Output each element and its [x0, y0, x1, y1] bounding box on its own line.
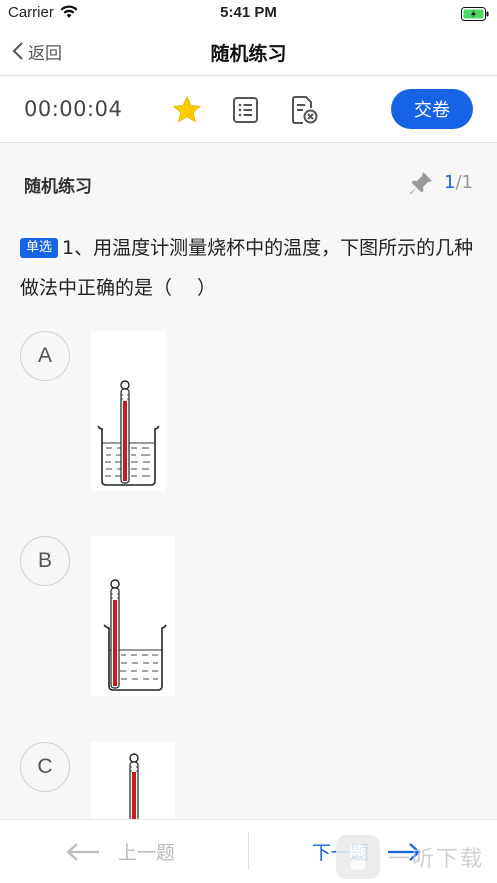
- nav-bar: 返回 随机练习: [0, 26, 497, 76]
- prev-question-button[interactable]: 上一题: [66, 838, 175, 865]
- battery-icon: [461, 6, 489, 25]
- option-c-image[interactable]: [91, 742, 175, 823]
- option-a-image[interactable]: [91, 331, 166, 491]
- question-counter: 1/1: [444, 172, 473, 193]
- question-text: 1、用温度计测量烧杯中的温度，下图所示的几种做法中正确的是（ ）: [20, 237, 474, 299]
- exam-timer: 00:00:04: [24, 97, 123, 121]
- exam-toolbar: 00:00:04 交卷: [0, 77, 497, 143]
- option-b-button[interactable]: B: [20, 536, 70, 586]
- answer-sheet-icon[interactable]: [289, 95, 319, 125]
- list-icon[interactable]: [231, 95, 261, 125]
- option-b-image[interactable]: [91, 536, 175, 696]
- arrow-left-icon: [66, 842, 99, 861]
- current-question-number: 1: [444, 172, 456, 193]
- bottom-divider: [248, 832, 249, 870]
- watermark-text: 一听下载: [388, 847, 485, 872]
- star-icon[interactable]: [172, 95, 202, 125]
- watermark: 一听下载: [336, 835, 484, 879]
- section-title: 随机练习: [24, 177, 92, 197]
- clock: 5:41 PM: [220, 4, 277, 21]
- option-c-button[interactable]: C: [20, 742, 70, 792]
- watermark-logo-icon: [336, 835, 380, 879]
- question-text-block: 单选 1、用温度计测量烧杯中的温度，下图所示的几种做法中正确的是（ ）: [20, 228, 482, 308]
- option-a-button[interactable]: A: [20, 331, 70, 381]
- question-type-badge: 单选: [20, 238, 59, 258]
- page-title: 随机练习: [210, 43, 287, 65]
- submit-exam-button[interactable]: 交卷: [391, 89, 473, 129]
- status-bar: Carrier 5:41 PM: [0, 0, 497, 26]
- total-question-count: 1: [461, 172, 473, 193]
- prev-question-label: 上一题: [118, 842, 176, 864]
- pin-icon[interactable]: [408, 170, 434, 200]
